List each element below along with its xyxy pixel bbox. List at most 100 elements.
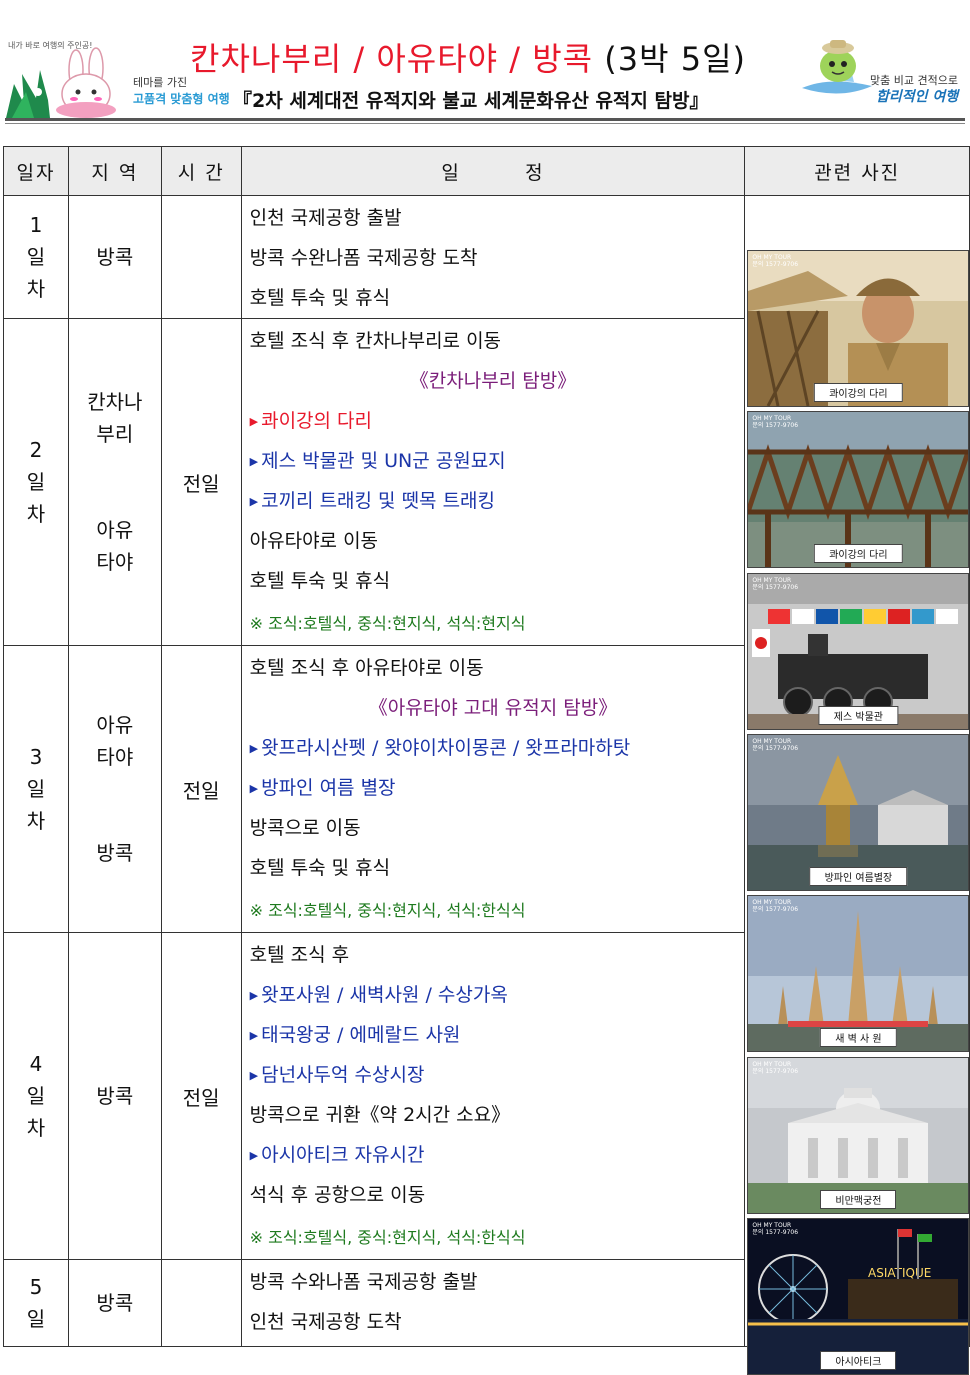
region-label: 타야 <box>96 745 134 769</box>
tour-logo: OH MY TOUR 문의 1577-9706 <box>752 1061 798 1075</box>
tour-logo-name: OH MY TOUR <box>752 1061 792 1068</box>
photo-caption: 방파인 여름별장 <box>809 867 908 886</box>
region-label: 부리 <box>96 422 134 446</box>
schedule-line: 방콕 수완나폼 국제공항 도착 <box>250 238 745 278</box>
schedule-line-text: 방콕으로 이동 <box>249 817 361 839</box>
day-label: 일 <box>26 470 46 494</box>
header-time: 시 간 <box>160 146 242 196</box>
day-label: 일 <box>26 1084 46 1108</box>
schedule-line-text: 왓포사원 / 새벽사원 / 수상가옥 <box>261 984 508 1006</box>
tour-logo-phone: 문의 1577-9706 <box>752 1229 799 1236</box>
bullet-triangle-icon: ▶ <box>249 1069 259 1082</box>
schedule-line: 호텔 조식 후 아유타야로 이동 <box>250 648 745 688</box>
time-cell <box>160 1259 242 1347</box>
schedule-line-text: 방파인 여름 별장 <box>261 777 396 799</box>
region-label: 칸차나 <box>87 390 143 414</box>
tour-photo: OH MY TOUR 문의 1577-9706 제스 박물관 <box>747 573 970 730</box>
schedule-line: ▶ 태국왕궁 / 에메랄드 사원 <box>250 1015 745 1055</box>
schedule-cell: 호텔 조식 후 칸차나부리로 이동 《칸차나부리 탐방》 ▶ 콰이강의 다리 ▶ 제스 박… <box>240 318 746 646</box>
header-region: 지 역 <box>67 146 162 196</box>
schedule-line: 호텔 투숙 및 휴식 <box>250 278 745 318</box>
bullet-triangle-icon: ▶ <box>249 782 259 795</box>
region-label: 아유 <box>96 713 134 737</box>
schedule-cell: 인천 국제공항 출발 방콕 수완나폼 국제공항 도착 호텔 투숙 및 휴식 <box>240 195 746 319</box>
day-label: 1 <box>29 213 43 237</box>
tour-logo: OH MY TOUR 문의 1577-9706 <box>752 899 798 913</box>
itinerary-table: 일자 지 역 시 간 일 정 관련 사진 1 일 차 방콕 인천 국제공항 출발 방콕 수… <box>3 146 970 1375</box>
tour-logo-name: OH MY TOUR <box>752 899 792 906</box>
time-cell <box>160 195 242 319</box>
day-label: 2 <box>29 438 43 462</box>
schedule-line-text: 방콕으로 귀환《약 2시간 소요》 <box>249 1104 511 1126</box>
time-cell: 전일 <box>160 932 242 1260</box>
schedule-line-text: 아시아티크 자유시간 <box>261 1144 425 1166</box>
tour-photo: OH MY TOUR 문의 1577-9706 콰이강의 다리 <box>747 411 970 568</box>
schedule-line: 《아유타야 고대 유적지 탐방》 <box>250 688 745 728</box>
page-header: 내가 바로 여행의 주인공! 칸차나부리 / 아유타야 / 방콕 (3박 5일)… <box>0 0 970 130</box>
schedule-line: 방콕 수와나폼 국제공항 출발 <box>250 1262 745 1302</box>
day-label: 차 <box>26 502 46 526</box>
day-label: 일 <box>26 777 46 801</box>
photo-caption: 제스 박물관 <box>818 706 898 725</box>
bullet-triangle-icon: ▶ <box>249 495 259 508</box>
schedule-line: 인천 국제공항 도착 <box>250 1302 745 1342</box>
tour-logo-phone: 문의 1577-9706 <box>752 906 799 913</box>
schedule-line-text: 아유타야로 이동 <box>249 530 379 552</box>
schedule-line: 아유타야로 이동 <box>250 521 745 561</box>
region-label: 방콕 <box>96 841 134 865</box>
schedule-line: ※ 조식:호텔식, 중식:현지식, 석식:한식식 <box>250 888 745 932</box>
region-label <box>69 805 161 837</box>
tour-logo-phone: 문의 1577-9706 <box>752 745 799 752</box>
day-cell: 5일 <box>3 1259 69 1347</box>
region-label <box>69 773 161 805</box>
schedule-line-text: 담넌사두억 수상시장 <box>261 1064 425 1086</box>
title-places: 칸차나부리 / 아유타야 / 방콕 <box>190 40 594 78</box>
schedule-line: 방콕으로 귀환《약 2시간 소요》 <box>250 1095 745 1135</box>
region-label <box>69 450 161 482</box>
schedule-line-text: 호텔 투숙 및 휴식 <box>249 287 391 309</box>
schedule-line-text: 《칸차나부리 탐방》 <box>409 370 577 392</box>
photo-caption: 비만맥궁전 <box>820 1190 897 1209</box>
page-title: 칸차나부리 / 아유타야 / 방콕 (3박 5일) <box>190 34 746 80</box>
schedule-cell: 방콕 수와나폼 국제공항 출발 인천 국제공항 도착 <box>240 1259 746 1347</box>
frog-plane-mascot-icon <box>802 40 872 94</box>
header-photos: 관련 사진 <box>744 146 970 196</box>
table-row: 1 일 차 방콕 인천 국제공항 출발 방콕 수완나폼 국제공항 도착 호텔 투숙 및 휴식… <box>3 195 970 1375</box>
page-subtitle: 『2차 세계대전 유적지와 불교 세계문화유산 유적지 탐방』 <box>233 90 709 112</box>
schedule-line: ※ 조식:호텔식, 중식:현지식, 석식:현지식 <box>250 601 745 645</box>
tour-photo: ASIATIQUE OH MY TOUR 문의 1577-9706 아시아티크 <box>747 1218 970 1375</box>
schedule-line-text: ※ 조식:호텔식, 중식:현지식, 석식:현지식 <box>249 614 526 633</box>
theme-highlight: 고품격 맞춤형 여행 <box>133 92 230 106</box>
schedule-line-text: 방콕 수완나폼 국제공항 도착 <box>249 247 478 269</box>
region-label: 방콕 <box>96 245 134 269</box>
day-label: 3 <box>29 745 43 769</box>
header-divider-thin <box>5 123 965 124</box>
time-cell: 전일 <box>160 318 242 646</box>
day-label: 일 <box>26 1307 46 1331</box>
schedule-line-text: 태국왕궁 / 에메랄드 사원 <box>261 1024 461 1046</box>
schedule-line: ▶ 담넌사두억 수상시장 <box>250 1055 745 1095</box>
bullet-triangle-icon: ▶ <box>249 742 259 755</box>
schedule-line-text: 호텔 조식 후 <box>249 944 350 966</box>
day-cell: 4 일차 <box>3 932 69 1260</box>
schedule-line-text: 왓프라시산펫 / 왓야이차이몽콘 / 왓프라마하탓 <box>261 737 631 759</box>
mascot-text: 내가 바로 여행의 주인공! <box>8 40 92 50</box>
day-label: 차 <box>26 277 46 301</box>
region-cell: 칸차나 부리 아유 타야 <box>67 318 162 646</box>
tour-logo-phone: 문의 1577-9706 <box>752 1068 799 1075</box>
day-cell: 2 일차 <box>3 318 69 646</box>
time-cell: 전일 <box>160 645 242 933</box>
region-cell: 방콕 <box>67 1259 162 1347</box>
bunny-mascot-icon: 내가 바로 여행의 주인공! <box>6 40 116 118</box>
region-cell: 방콕 <box>67 195 162 319</box>
bullet-triangle-icon: ▶ <box>249 1149 259 1162</box>
schedule-line: ▶ 아시아티크 자유시간 <box>250 1135 745 1175</box>
tour-logo: OH MY TOUR 문의 1577-9706 <box>752 738 798 752</box>
schedule-line-text: 호텔 조식 후 칸차나부리로 이동 <box>249 330 502 352</box>
tour-photo: OH MY TOUR 문의 1577-9706 콰이강의 다리 <box>747 250 970 407</box>
day-label: 4 <box>29 1052 43 1076</box>
schedule-line: ▶ 왓프라시산펫 / 왓야이차이몽콘 / 왓프라마하탓 <box>250 728 745 768</box>
header-divider <box>5 118 965 121</box>
title-duration: (3박 5일) <box>604 40 747 78</box>
day-label: 일 <box>26 245 46 269</box>
